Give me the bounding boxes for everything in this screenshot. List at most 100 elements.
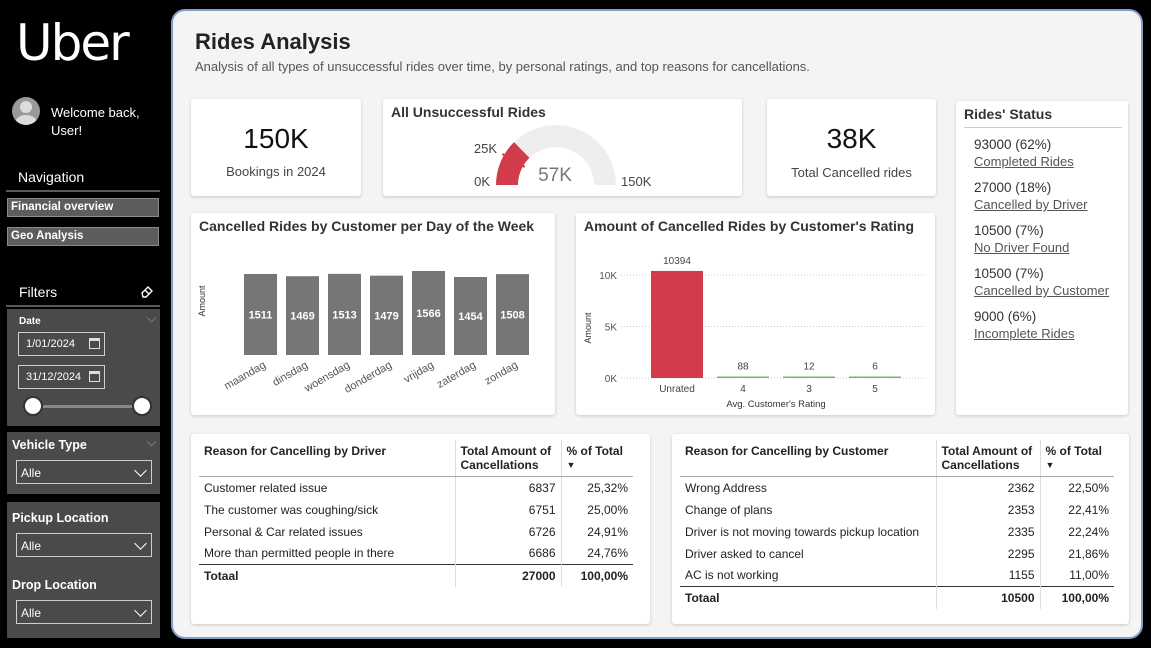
avatar (12, 97, 40, 125)
driver-col-pct-label: % of Total (566, 444, 623, 458)
kpi-bookings-card: 150K Bookings in 2024 (191, 99, 361, 196)
chart1-data-label: 1454 (458, 311, 483, 323)
gauge-value-label: 57K (538, 165, 572, 186)
status-item-link[interactable]: Completed Rides (974, 154, 1074, 169)
customer-table-cell: AC is not working (685, 568, 779, 583)
rating-chart: Amount 0K 5K 10K 10394 Unrated 88 4 12 3 6 5 Avg. Cu… (583, 256, 926, 410)
chart1-tick-label: zaterdag (435, 359, 478, 391)
driver-col-pct-header[interactable]: % of Total ▼ (560, 440, 633, 477)
customer-table-row[interactable]: Driver is not moving towards pickup loca… (680, 520, 1114, 543)
slider-start-handle[interactable] (23, 396, 43, 416)
chart1-data-label: 1566 (416, 308, 440, 320)
driver-col-total-header[interactable]: Total Amount of Cancellations (454, 440, 561, 477)
customer-table-cell: 2335 (935, 520, 1040, 543)
customer-col-reason-header[interactable]: Reason for Cancelling by Customer (680, 440, 936, 477)
customer-table-total-cell: Totaal (680, 586, 936, 609)
gauge-chart: 57K 25K 0K 150K (474, 125, 652, 189)
driver-table-cell: 24,76% (560, 542, 633, 565)
status-item-link[interactable]: Incomplete Rides (974, 326, 1074, 341)
customer-col-pct-header[interactable]: % of Total ▼ (1039, 440, 1114, 477)
calendar-icon[interactable] (89, 371, 100, 382)
filters-divider (6, 305, 160, 307)
gauge-max-label: 150K (621, 174, 652, 189)
chart1-tick-label: maandag (222, 359, 268, 392)
customer-table-cell: 11,00% (1039, 564, 1114, 587)
status-item-link[interactable]: Cancelled by Customer (974, 283, 1109, 298)
status-item-value: 10500 (7%) (974, 223, 1044, 238)
driver-table-body: Customer related issue 6837 25,32% The cust… (199, 476, 633, 587)
driver-table-total-row: Totaal 27000 100,00% (199, 564, 633, 587)
driver-table-row[interactable]: The customer was coughing/sick 6751 25,00% (199, 498, 633, 521)
status-divider (964, 127, 1122, 128)
status-item-link[interactable]: Cancelled by Driver (974, 197, 1087, 212)
customer-table-body: Wrong Address 2362 22,50% Change of plans 23… (680, 476, 1114, 609)
customer-table-cell: 2295 (935, 542, 1040, 565)
customer-table-row[interactable]: AC is not working 1155 11,00% (680, 564, 1114, 587)
day-of-week-chart: Amount 1511maandag1469dinsdag1513woensdag… (197, 271, 529, 396)
customer-table-cell: Driver asked to cancel (685, 546, 804, 561)
welcome-text: Welcome back, User! (51, 105, 140, 138)
rides-status-title: Rides' Status (964, 106, 1053, 122)
rating-chart-card: Amount of Cancelled Rides by Customer's … (576, 213, 935, 415)
driver-table-cell: More than permitted people in there (204, 546, 395, 561)
chart2-bar[interactable] (783, 376, 835, 379)
date-end-input[interactable]: 31/12/2024 (18, 365, 105, 389)
drop-location-label: Drop Location (12, 578, 97, 592)
driver-table-row[interactable]: Customer related issue 6837 25,32% (199, 476, 633, 499)
customer-reasons-table-card: Reason for Cancelling by Customer Total … (672, 434, 1129, 624)
chart1-data-label: 1511 (249, 309, 273, 321)
driver-table-row[interactable]: Personal & Car related issues 6726 24,91% (199, 520, 633, 543)
chart2-bar[interactable] (651, 270, 703, 378)
chevron-down-icon (134, 537, 147, 550)
pickup-location-select[interactable]: Alle (16, 533, 152, 557)
driver-table-total-cell: 27000 (454, 564, 561, 587)
slider-end-handle[interactable] (132, 396, 152, 416)
status-item-link[interactable]: No Driver Found (974, 240, 1069, 255)
chart2-bar[interactable] (717, 376, 769, 379)
driver-table-cell: Customer related issue (204, 480, 328, 495)
customer-col-total-header[interactable]: Total Amount of Cancellations (935, 440, 1040, 477)
customer-table-row[interactable]: Wrong Address 2362 22,50% (680, 476, 1114, 499)
chart2-ylabel: Amount (583, 312, 593, 344)
nav-divider (6, 190, 160, 192)
date-start-input[interactable]: 1/01/2024 (18, 332, 105, 356)
drop-location-select[interactable]: Alle (16, 600, 152, 624)
chart1-data-label: 1513 (332, 309, 356, 321)
status-item-value: 10500 (7%) (974, 266, 1044, 281)
customer-table-cell: 21,86% (1039, 542, 1114, 565)
page-subtitle: Analysis of all types of unsuccessful ri… (195, 59, 810, 74)
date-range-slider[interactable] (33, 405, 142, 408)
customer-table-cell: 22,41% (1039, 498, 1114, 521)
nav-geo-analysis-button[interactable]: Geo Analysis (7, 227, 159, 246)
status-item-value: 93000 (62%) (974, 137, 1052, 152)
vehicle-type-select[interactable]: Alle (16, 460, 152, 484)
clear-filters-icon[interactable] (140, 284, 154, 298)
filters-title: Filters (19, 284, 58, 300)
page-title: Rides Analysis (195, 29, 351, 54)
status-item: 9000 (6%) Incomplete Rides (974, 309, 1074, 341)
calendar-icon[interactable] (89, 338, 100, 349)
chart2-y-tick: 10K (599, 271, 617, 282)
customer-table-cell: 1155 (935, 564, 1040, 587)
chart1-data-label: 1479 (374, 310, 398, 322)
pickup-location-value: Alle (21, 539, 42, 553)
driver-reasons-table-card: Reason for Cancelling by Driver Total Am… (191, 434, 650, 624)
date-end-value: 31/12/2024 (26, 371, 82, 383)
chart2-bar[interactable] (849, 376, 901, 379)
customer-table-row[interactable]: Driver asked to cancel 2295 21,86% (680, 542, 1114, 565)
status-item: 93000 (62%) Completed Rides (974, 137, 1074, 169)
driver-table-total-cell: 100,00% (560, 564, 633, 587)
driver-table-cell: The customer was coughing/sick (204, 502, 379, 517)
driver-table-row[interactable]: More than permitted people in there 6686 2… (199, 542, 633, 565)
driver-col-reason-header[interactable]: Reason for Cancelling by Driver (199, 440, 455, 477)
chart1-data-label: 1469 (290, 311, 314, 323)
customer-table-total-cell: 100,00% (1039, 586, 1114, 609)
customer-table-cell: 2362 (935, 476, 1040, 499)
chart2-tick-label: Unrated (659, 384, 695, 395)
nav-financial-overview-button[interactable]: Financial overview (7, 198, 159, 217)
customer-table-row[interactable]: Change of plans 2353 22,41% (680, 498, 1114, 521)
day-of-week-chart-card: Cancelled Rides by Customer per Day of t… (191, 213, 555, 415)
driver-table-cell: 6726 (454, 520, 561, 543)
chart1-data-label: 1508 (500, 310, 524, 322)
sort-desc-icon: ▼ (566, 460, 576, 470)
